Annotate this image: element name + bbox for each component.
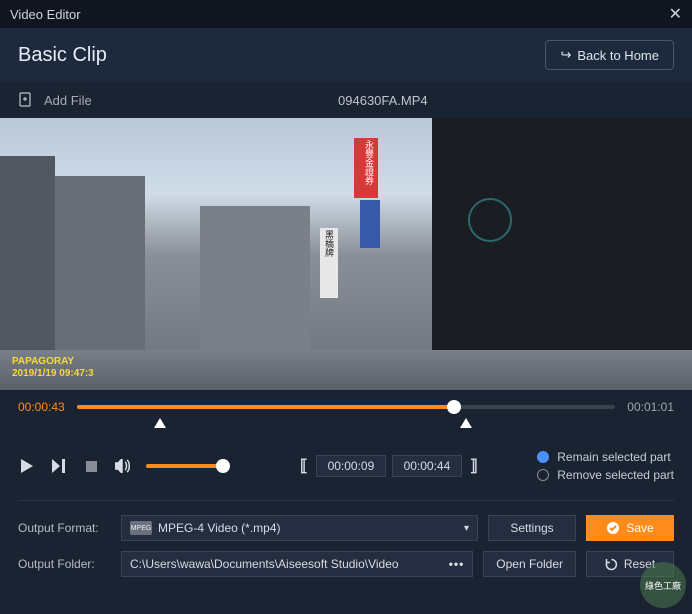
street-sign: 永豐金證券 (354, 138, 378, 198)
stop-button[interactable] (82, 457, 100, 475)
header: Basic Clip ↪ Back to Home (0, 28, 692, 82)
remain-label: Remain selected part (557, 448, 670, 466)
volume-button[interactable] (114, 457, 132, 475)
chevron-down-icon: ▾ (464, 523, 469, 534)
clip-range: ⟦ ⟧ (298, 455, 480, 477)
output-format-label: Output Format: (18, 521, 111, 535)
video-preview[interactable]: 永豐金證券 黑橋牌 PAPAGORAY 2019/1/19 09:47:3 (0, 118, 692, 390)
app-title: Video Editor (10, 7, 81, 22)
clip-start-input[interactable] (316, 455, 386, 477)
seek-bar[interactable] (77, 405, 616, 409)
toolbar: Add File 094630FA.MP4 (0, 82, 692, 118)
mpeg-icon: MPEG (130, 521, 152, 535)
duration-time: 00:01:01 (627, 400, 674, 414)
play-button[interactable] (18, 457, 36, 475)
settings-button[interactable]: Settings (488, 515, 576, 541)
volume-thumb[interactable] (216, 459, 230, 473)
save-button[interactable]: Save (586, 515, 674, 541)
page-title: Basic Clip (18, 44, 545, 67)
remain-selected-radio[interactable]: Remain selected part (537, 448, 674, 466)
volume-slider[interactable] (146, 464, 224, 468)
seek-thumb[interactable] (447, 400, 461, 414)
stop-icon (86, 461, 97, 472)
set-start-bracket[interactable]: ⟦ (298, 456, 310, 476)
check-circle-icon (606, 521, 620, 535)
output-panel: Output Format: MPEG MPEG-4 Video (*.mp4)… (0, 505, 692, 597)
back-to-home-button[interactable]: ↪ Back to Home (545, 40, 674, 70)
play-icon (21, 459, 33, 473)
current-filename: 094630FA.MP4 (92, 93, 674, 108)
street-sign (360, 200, 380, 248)
selection-mode: Remain selected part Remove selected par… (537, 448, 674, 484)
folder-path: C:\Users\wawa\Documents\Aiseesoft Studio… (130, 557, 399, 571)
street-sign: 黑橋牌 (320, 228, 338, 298)
add-file-label: Add File (44, 93, 92, 108)
clip-end-input[interactable] (392, 455, 462, 477)
format-value: MPEG-4 Video (*.mp4) (158, 521, 281, 535)
step-forward-icon (52, 459, 66, 473)
titlebar: Video Editor ✕ (0, 0, 692, 28)
output-folder-input[interactable]: C:\Users\wawa\Documents\Aiseesoft Studio… (121, 551, 473, 577)
back-label: Back to Home (577, 48, 659, 63)
remove-label: Remove selected part (557, 466, 674, 484)
clip-start-marker[interactable] (154, 418, 166, 428)
close-icon[interactable]: ✕ (669, 4, 682, 24)
return-icon: ↪ (560, 47, 571, 63)
reset-icon (605, 558, 618, 571)
browse-folder-button[interactable]: ••• (449, 557, 465, 571)
building-logo (468, 198, 512, 242)
radio-icon (537, 451, 549, 463)
remove-selected-radio[interactable]: Remove selected part (537, 466, 674, 484)
clip-end-marker[interactable] (460, 418, 472, 428)
radio-icon (537, 469, 549, 481)
video-watermark: PAPAGORAY 2019/1/19 09:47:3 (12, 356, 94, 380)
current-time: 00:00:43 (18, 400, 65, 414)
timeline: 00:00:43 00:01:01 (0, 390, 692, 436)
output-folder-label: Output Folder: (18, 557, 111, 571)
watermark-badge: 綠色工廠 (640, 562, 686, 608)
file-add-icon (18, 92, 34, 108)
set-end-bracket[interactable]: ⟧ (468, 456, 480, 476)
output-format-select[interactable]: MPEG MPEG-4 Video (*.mp4) ▾ (121, 515, 478, 541)
step-button[interactable] (50, 457, 68, 475)
divider (18, 500, 674, 501)
open-folder-button[interactable]: Open Folder (483, 551, 576, 577)
playback-controls: ⟦ ⟧ Remain selected part Remove selected… (0, 436, 692, 496)
add-file-button[interactable]: Add File (18, 92, 92, 108)
volume-icon (115, 459, 131, 473)
